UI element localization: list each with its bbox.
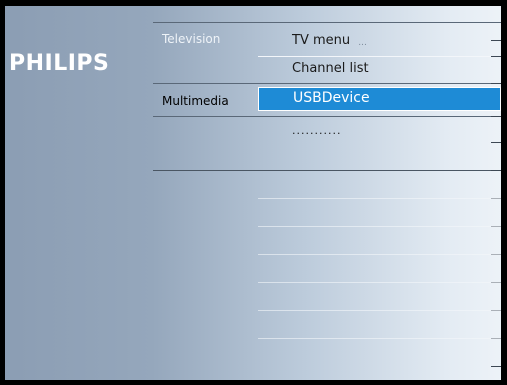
- menu-item-placeholder[interactable]: ...........: [292, 124, 341, 137]
- empty-row-line: [258, 310, 501, 311]
- category-television[interactable]: Television: [162, 32, 220, 46]
- row-tick: [491, 40, 501, 41]
- screen-frame: [0, 0, 507, 6]
- row-tick: [491, 116, 501, 117]
- menu-row-divider: [153, 22, 501, 23]
- row-tick: [491, 56, 501, 57]
- screen-frame: [0, 380, 507, 385]
- menu-item-tv-menu[interactable]: TV menu ...: [292, 33, 367, 48]
- menu-row-divider: [153, 116, 501, 117]
- row-tick: [491, 142, 501, 143]
- screen-frame: [501, 0, 507, 385]
- menu-item-hint: ...: [358, 38, 367, 48]
- row-tick: [491, 170, 501, 171]
- empty-row-line: [258, 282, 501, 283]
- row-tick: [491, 366, 501, 367]
- empty-row-line: [258, 254, 501, 255]
- empty-row-line: [258, 198, 501, 199]
- menu-item-channel-list[interactable]: Channel list: [292, 61, 369, 76]
- tv-menu-screen: PHILIPS Television Multimedia TV menu ..…: [0, 0, 507, 385]
- menu-row-divider: [258, 56, 501, 57]
- menu-item-label: TV menu: [292, 33, 351, 48]
- empty-row-line: [258, 226, 501, 227]
- row-tick: [491, 83, 501, 84]
- brand-logo: PHILIPS: [9, 51, 110, 76]
- menu-item-label: USBDevice: [293, 90, 370, 106]
- menu-section-divider: [153, 170, 501, 171]
- menu-row-divider: [153, 83, 501, 84]
- screen-frame: [0, 0, 5, 385]
- empty-row-line: [258, 338, 501, 339]
- menu-item-usbdevice[interactable]: USBDevice: [258, 87, 501, 111]
- category-multimedia[interactable]: Multimedia: [162, 94, 229, 108]
